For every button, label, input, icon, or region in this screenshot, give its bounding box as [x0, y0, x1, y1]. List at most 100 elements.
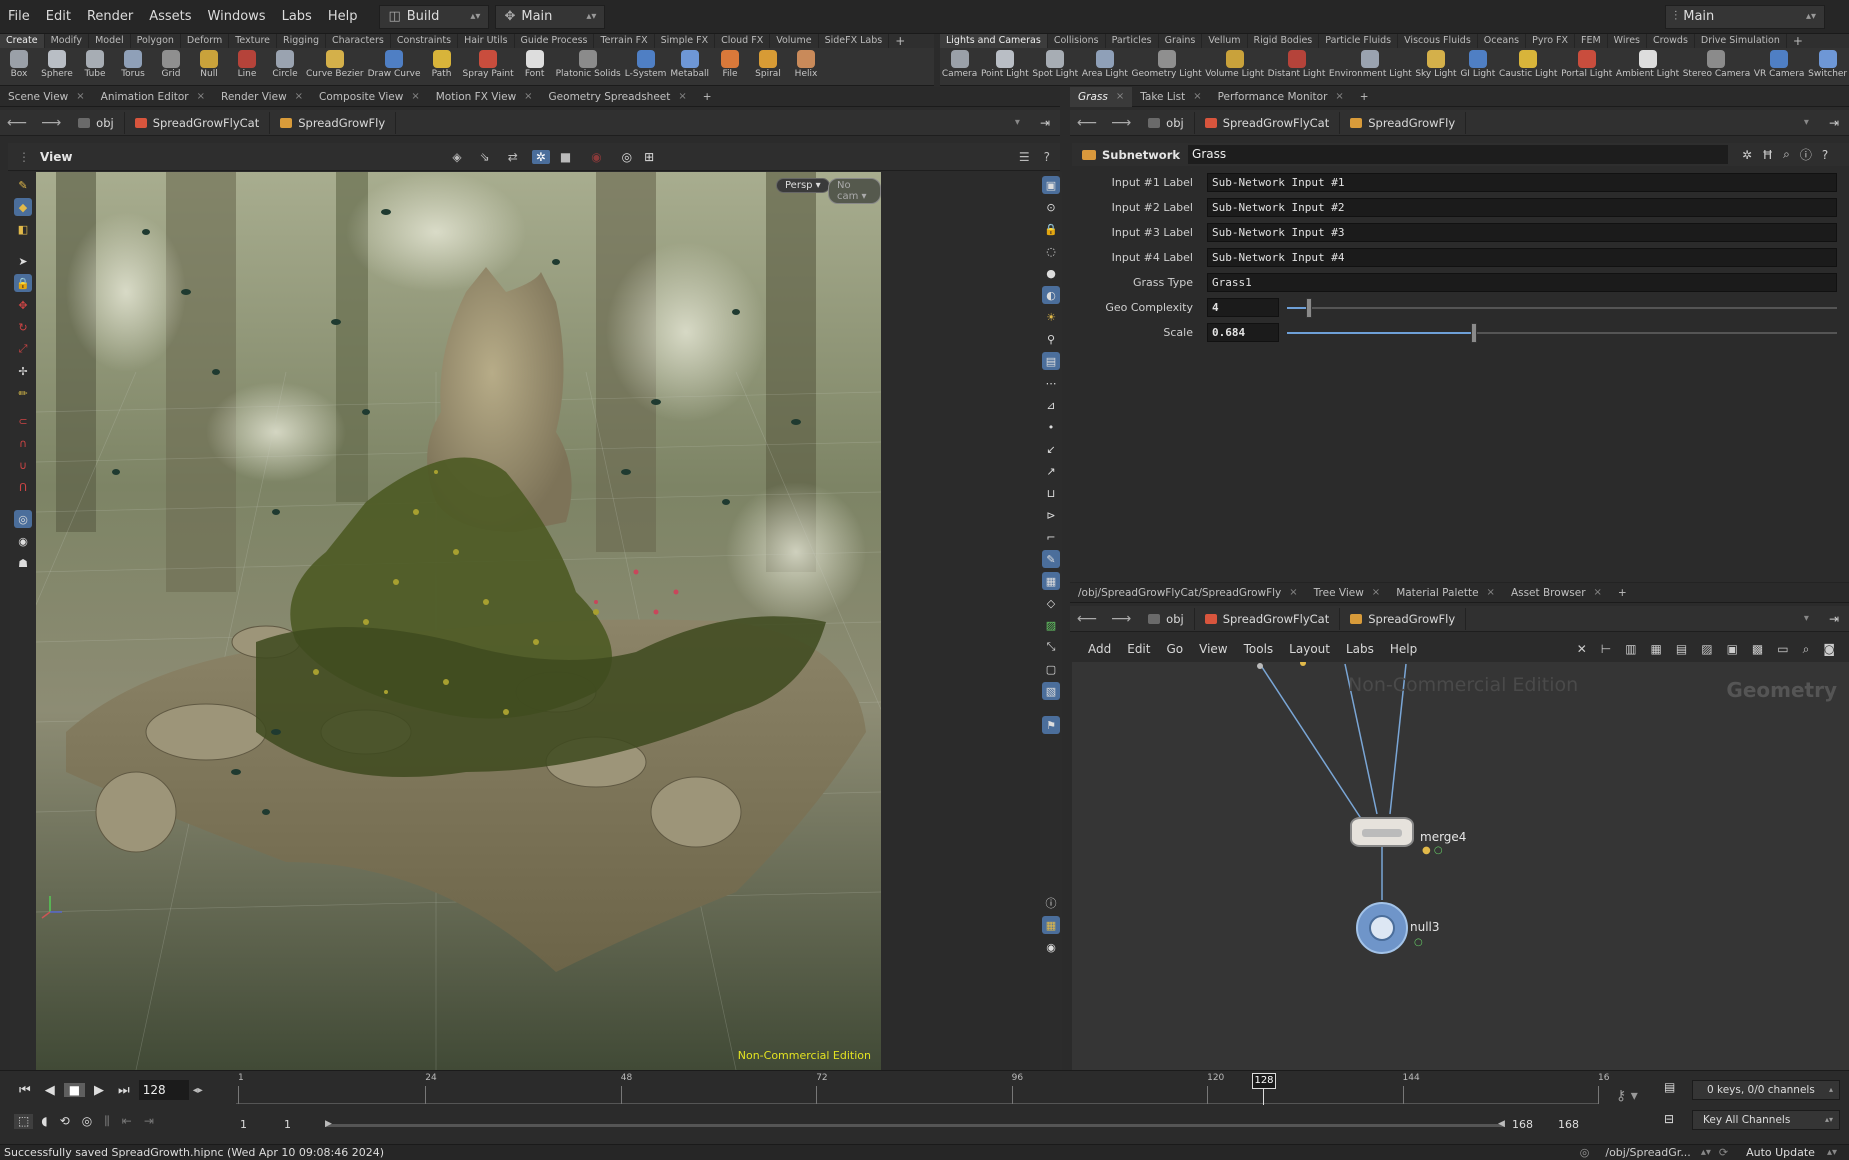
- refresh-icon[interactable]: ⟳: [1719, 1146, 1728, 1159]
- display-pencil-icon[interactable]: ✎: [1042, 550, 1060, 568]
- persp-menu[interactable]: Persp ▾: [776, 178, 830, 193]
- gear-icon[interactable]: ✲: [1742, 148, 1752, 162]
- pane-tab-1[interactable]: Take List ×: [1132, 87, 1209, 107]
- tree-icon[interactable]: ⊢: [1601, 642, 1611, 656]
- scale-slider[interactable]: [1287, 322, 1837, 343]
- fps-icon[interactable]: ◎: [78, 1114, 96, 1129]
- key-all-channels-dropdown[interactable]: Key All Channels ▴▾: [1692, 1110, 1840, 1130]
- camera-snapshot-icon[interactable]: ◎: [622, 150, 632, 164]
- shelf-tab-crowds[interactable]: Crowds: [1647, 34, 1695, 48]
- param-field[interactable]: Sub-Network Input #3: [1207, 223, 1837, 242]
- keys-channels-dropdown[interactable]: 0 keys, 0/0 channels ▴: [1692, 1080, 1840, 1100]
- playhead-marker[interactable]: 128: [1252, 1073, 1276, 1089]
- shelf-tab-model[interactable]: Model: [89, 34, 131, 48]
- search-icon[interactable]: ⌕: [1783, 147, 1790, 162]
- play-icon[interactable]: ▶: [89, 1083, 109, 1098]
- image-icon[interactable]: ▨: [1701, 642, 1712, 656]
- tool-path[interactable]: Path: [423, 48, 461, 85]
- transform-tool-icon[interactable]: ⇄: [508, 150, 518, 164]
- move-icon[interactable]: ✥: [14, 296, 32, 314]
- pin-icon[interactable]: ⇥: [1829, 116, 1839, 130]
- edit-icon[interactable]: ✏: [14, 384, 32, 402]
- orbit-icon[interactable]: ◉: [14, 532, 32, 550]
- view-tool-icon[interactable]: ◎: [14, 510, 32, 528]
- dopesheet-icon[interactable]: ▤: [1664, 1080, 1675, 1094]
- pose-icon[interactable]: ✢: [14, 362, 32, 380]
- shelf-tab-fem[interactable]: FEM: [1575, 34, 1608, 48]
- key-icon[interactable]: ⚷ ▾: [1616, 1088, 1638, 1104]
- snap-icon[interactable]: ✲: [531, 149, 550, 164]
- display-headlight-icon[interactable]: ☀: [1042, 308, 1060, 326]
- tool-sky-light[interactable]: Sky Light: [1413, 48, 1458, 85]
- menu-file[interactable]: File: [0, 0, 38, 34]
- network-menu-tools[interactable]: Tools: [1236, 637, 1282, 661]
- display-edge-icon[interactable]: ↗: [1042, 462, 1060, 480]
- prev-key-icon[interactable]: ⇤: [118, 1114, 136, 1129]
- shelf-tab-collisions[interactable]: Collisions: [1048, 34, 1106, 48]
- tool-null[interactable]: Null: [190, 48, 228, 85]
- merge-node-label[interactable]: merge4: [1420, 830, 1466, 844]
- help-icon[interactable]: ?: [1044, 150, 1050, 164]
- scale-icon[interactable]: ⤢: [14, 340, 32, 358]
- shelf-tab-rigid-bodies[interactable]: Rigid Bodies: [1248, 34, 1320, 48]
- path-crumb-1[interactable]: SpreadGrowFlyCat: [125, 111, 271, 134]
- info-param-icon[interactable]: ⓘ: [1800, 146, 1812, 163]
- pane-tab-3[interactable]: Composite View ×: [311, 87, 428, 107]
- pane-tab-0[interactable]: /obj/SpreadGrowFlyCat/SpreadGrowFly ×: [1070, 583, 1306, 603]
- menu-render[interactable]: Render: [79, 0, 141, 34]
- add-pane-tab-icon[interactable]: +: [1352, 87, 1377, 107]
- display-pin-icon[interactable]: ⚑: [1042, 716, 1060, 734]
- pane-tab-1[interactable]: Animation Editor ×: [93, 87, 213, 107]
- arrow-select-icon[interactable]: ➤: [14, 252, 32, 270]
- range-slider[interactable]: [325, 1124, 1505, 1127]
- close-tab-icon[interactable]: ×: [678, 87, 686, 107]
- tool-circle[interactable]: Circle: [266, 48, 304, 85]
- display-square-icon[interactable]: ▢: [1042, 660, 1060, 678]
- shelf-tab-create[interactable]: Create: [0, 34, 45, 48]
- desktop-dropdown[interactable]: ◫ Build ▴▾: [379, 4, 490, 29]
- play-reverse-icon[interactable]: ◀: [40, 1083, 60, 1098]
- pane-tab-2[interactable]: Material Palette ×: [1388, 583, 1503, 603]
- close-tab-icon[interactable]: ×: [1116, 87, 1124, 107]
- display-geo-icon[interactable]: ▣: [1042, 176, 1060, 194]
- display-bg-icon[interactable]: ▤: [1042, 352, 1060, 370]
- null-node[interactable]: [1356, 902, 1408, 954]
- shelf-tab-drive-simulation[interactable]: Drive Simulation: [1695, 34, 1787, 48]
- playback-start-field[interactable]: 1: [284, 1118, 291, 1131]
- shelf-tab-lights-and-cameras[interactable]: Lights and Cameras: [940, 34, 1048, 48]
- back-icon[interactable]: ⟵: [0, 115, 34, 131]
- pane-tab-2[interactable]: Performance Monitor ×: [1210, 87, 1352, 107]
- paint-icon[interactable]: ◆: [14, 198, 32, 216]
- tool-gi-light[interactable]: GI Light: [1458, 48, 1497, 85]
- info-icon[interactable]: ⓘ: [1042, 894, 1060, 912]
- tool-switcher[interactable]: Switcher: [1806, 48, 1849, 85]
- shelf-tab-constraints[interactable]: Constraints: [391, 34, 459, 48]
- note-icon[interactable]: ▣: [1727, 642, 1738, 656]
- jump-start-icon[interactable]: ⏮: [14, 1083, 36, 1098]
- pane-tab-4[interactable]: Motion FX View ×: [428, 87, 541, 107]
- display-ghost-icon[interactable]: ◌: [1042, 242, 1060, 260]
- shelf-tab-particle-fluids[interactable]: Particle Fluids: [1319, 34, 1399, 48]
- display-wire-icon[interactable]: ⊙: [1042, 198, 1060, 216]
- path-dropdown-icon[interactable]: ▾: [1804, 613, 1809, 624]
- magnet-icon[interactable]: ⊂: [14, 412, 32, 430]
- path-crumb-0[interactable]: obj: [68, 111, 125, 134]
- pin-icon[interactable]: ⇥: [1829, 612, 1839, 626]
- rotate-icon[interactable]: ↻: [14, 318, 32, 336]
- next-key-icon[interactable]: ⇥: [140, 1114, 158, 1129]
- tool-spiral[interactable]: Spiral: [749, 48, 787, 85]
- auto-update-dropdown[interactable]: Auto Update: [1746, 1146, 1815, 1159]
- path-crumb-0[interactable]: obj: [1138, 607, 1195, 630]
- param-back-icon[interactable]: ⟵: [1070, 115, 1104, 131]
- brush-icon[interactable]: ✎: [14, 176, 32, 194]
- close-tab-icon[interactable]: ×: [1193, 87, 1201, 107]
- tool-grid[interactable]: Grid: [152, 48, 190, 85]
- add-shelf-tab-icon[interactable]: +: [1787, 34, 1809, 48]
- display-light-icon[interactable]: ◐: [1042, 286, 1060, 304]
- tool-geometry-light[interactable]: Geometry Light: [1130, 48, 1204, 85]
- lock-icon[interactable]: 🔒: [14, 274, 32, 292]
- network-menu-edit[interactable]: Edit: [1119, 637, 1158, 661]
- range-icon[interactable]: ⫼: [100, 1114, 114, 1129]
- hda-icon[interactable]: Ħ: [1762, 148, 1773, 162]
- param-field[interactable]: Grass1: [1207, 273, 1837, 292]
